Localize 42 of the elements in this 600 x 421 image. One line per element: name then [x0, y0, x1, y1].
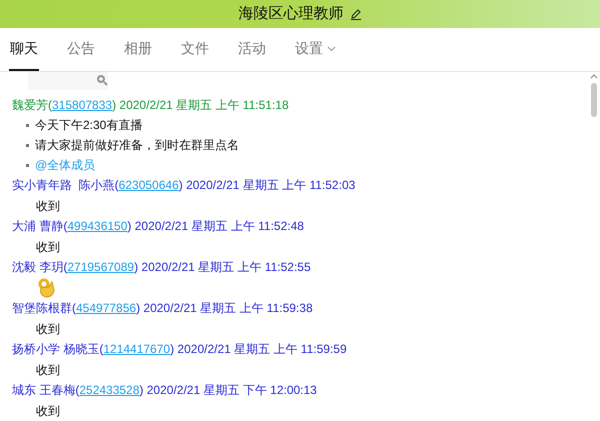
sender-name: 沈毅 李玥(	[12, 259, 68, 276]
qq-link[interactable]: 315807833	[52, 96, 112, 114]
sender-name: 实小青年路 陈小燕(	[12, 177, 119, 194]
sender-name: 扬桥小学 杨晓玉(	[12, 341, 104, 358]
sender-name: 城东 王春梅(	[12, 382, 80, 399]
message-text: 收到	[36, 238, 60, 256]
message-text: 请大家提前做好准备，到时在群里点名	[35, 137, 239, 154]
tab[interactable]: 相册	[123, 28, 153, 71]
bullet-icon	[26, 144, 29, 146]
message-text: 今天下午2:30有直播	[35, 117, 142, 134]
message-text: 收到	[36, 362, 60, 378]
timestamp: ) 2020/2/21 星期五 下午 12:00:13	[139, 382, 317, 399]
bullet-icon	[26, 124, 29, 126]
timestamp: ) 2020/2/21 星期五 上午 11:52:03	[178, 177, 356, 194]
qq-link[interactable]: 499436150	[67, 217, 128, 235]
message-text: 收到	[36, 402, 60, 420]
qq-link[interactable]: 252433528	[79, 381, 140, 399]
qq-link[interactable]: 623050646	[118, 176, 179, 194]
qq-link[interactable]: 2719567089	[67, 258, 134, 276]
sender-name: 魏爱芳(	[12, 97, 52, 114]
qq-link[interactable]: 1214417670	[103, 340, 170, 358]
timestamp: ) 2020/2/21 星期五 上午 11:52:55	[134, 259, 311, 276]
timestamp: ) 2020/2/21 星期五 上午 11:52:48	[127, 218, 304, 235]
zoom-in-icon[interactable]	[96, 74, 108, 86]
window-title: 海陵区心理教师	[238, 4, 344, 24]
qq-link[interactable]: 454977856	[76, 299, 136, 317]
scroll-up-icon[interactable]	[590, 74, 598, 79]
tab[interactable]: 文件	[180, 28, 210, 71]
tab[interactable]: 活动	[237, 28, 267, 71]
bullet-icon	[26, 164, 29, 166]
tab[interactable]: 公告	[66, 28, 96, 71]
mention-link[interactable]: @全体成员	[35, 156, 96, 174]
scrollbar-thumb[interactable]	[591, 83, 597, 117]
sender-name: 大浦 曹静(	[12, 218, 68, 235]
message-text: 收到	[36, 320, 60, 338]
message-text: 收到	[36, 198, 60, 214]
timestamp: ) 2020/2/21 星期五 上午 11:59:59	[170, 341, 347, 358]
tab[interactable]: 设置	[294, 28, 337, 71]
sender-name: 智堡陈根群(	[12, 300, 76, 317]
edit-icon[interactable]	[350, 8, 362, 20]
timestamp: ) 2020/2/21 星期五 上午 11:51:18	[112, 97, 289, 114]
timestamp: ) 2020/2/21 星期五 上午 11:59:38	[136, 300, 313, 317]
